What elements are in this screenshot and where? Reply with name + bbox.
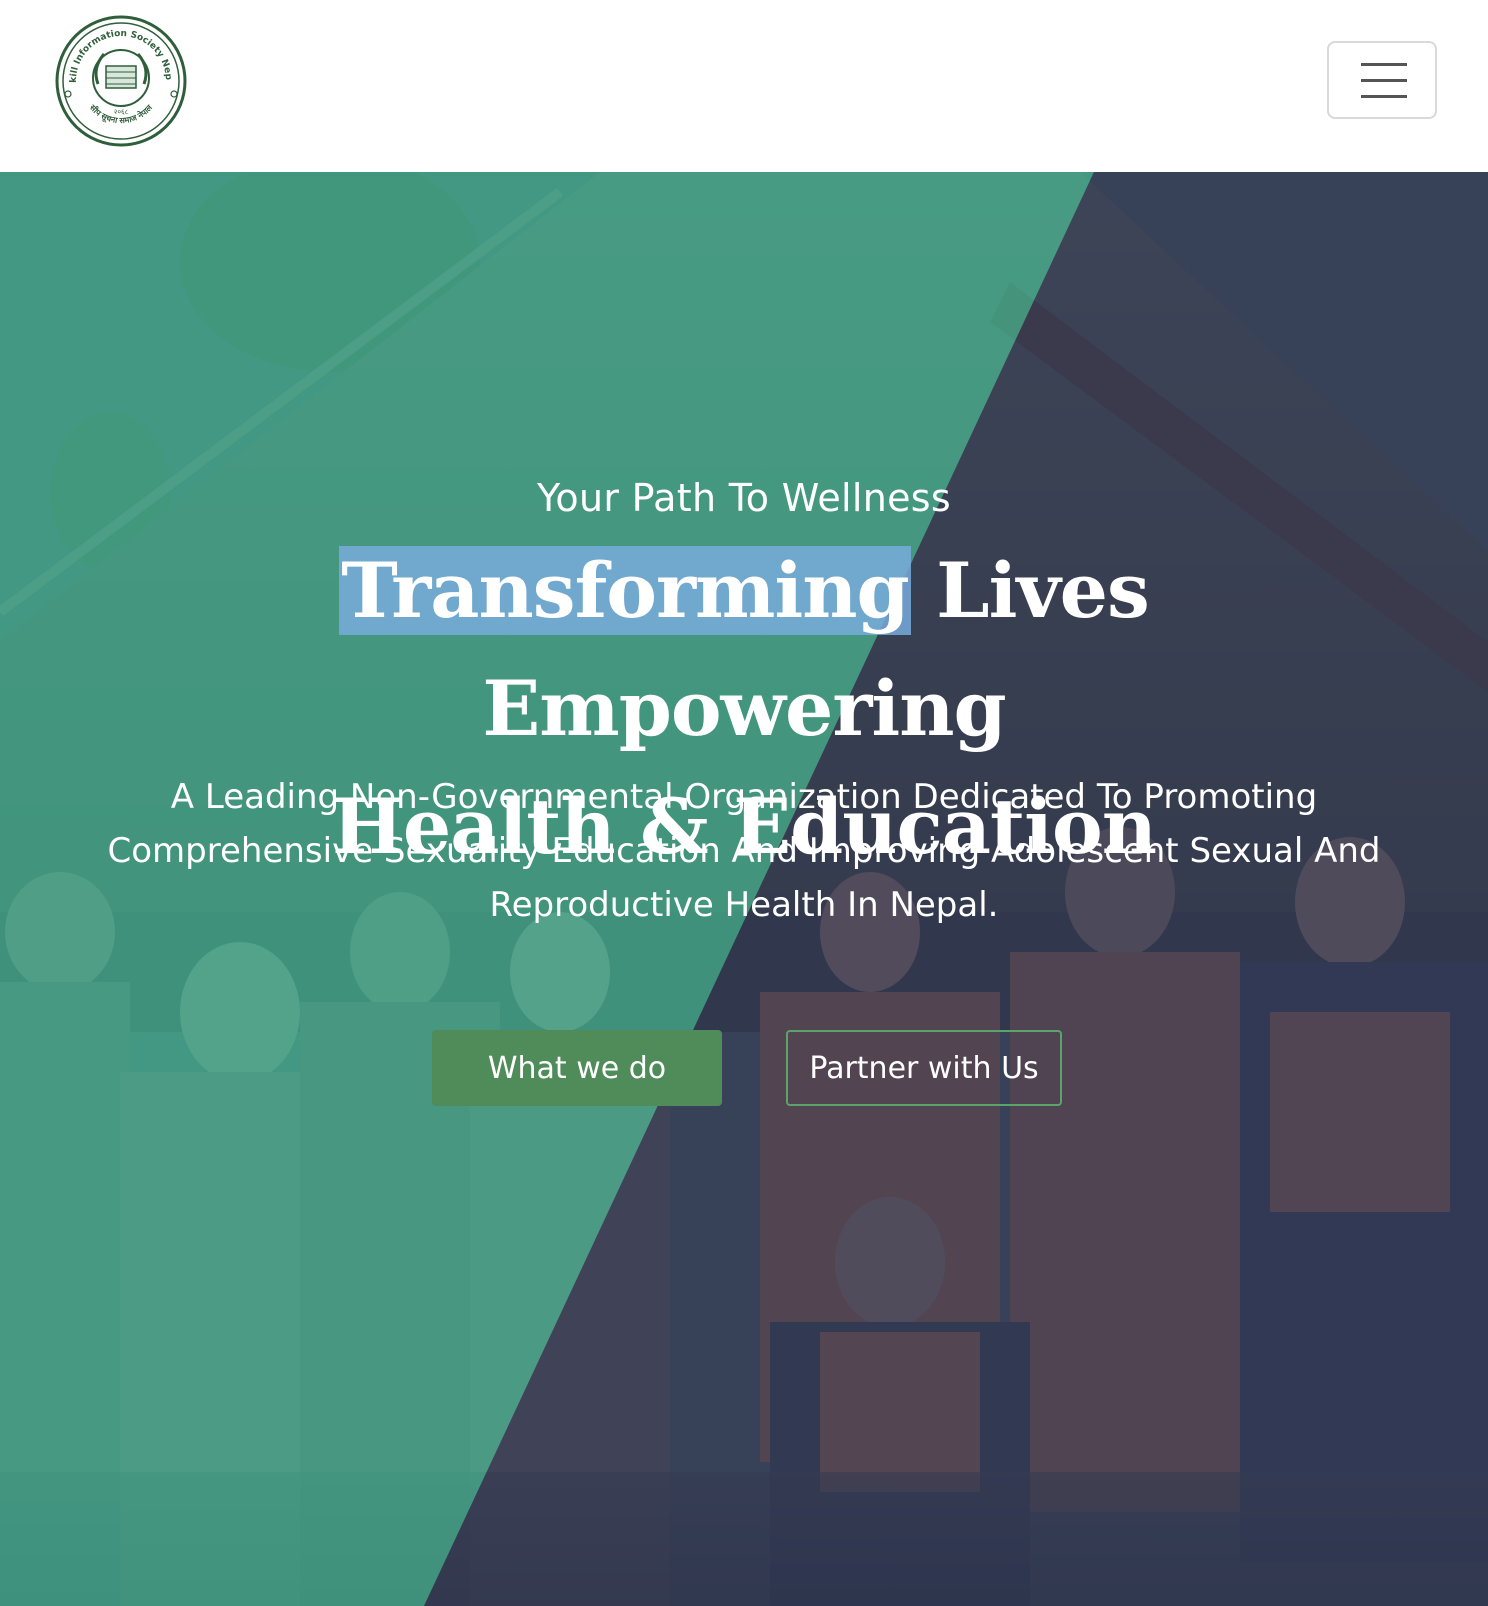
hero-section: Your Path To Wellness Transforming Lives… [0,172,1488,1606]
what-we-do-button[interactable]: What we do [432,1030,722,1106]
hamburger-menu-icon [1361,63,1407,66]
partner-with-us-button[interactable]: Partner with Us [786,1030,1062,1106]
svg-text:२०६८: २०६८ [114,108,129,116]
site-header: Skill Information Society Nepal सीप सूचन… [0,0,1488,172]
menu-toggle-button[interactable] [1327,41,1437,119]
organization-logo[interactable]: Skill Information Society Nepal सीप सूचन… [54,14,188,148]
headline-highlighted-word: Transforming [339,546,911,635]
hero-eyebrow: Your Path To Wellness [536,476,952,520]
hero-description: A Leading Non-Governmental Organization … [107,777,1381,925]
